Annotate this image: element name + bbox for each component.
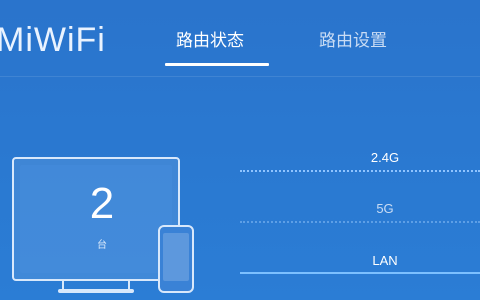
monitor-base <box>58 289 134 293</box>
connection-line-5g <box>240 221 480 223</box>
top-bar: MiWiFi 路由状态 路由设置 <box>0 0 480 78</box>
header-divider <box>0 76 480 77</box>
tab-router-settings[interactable]: 路由设置 <box>319 29 387 53</box>
connection-line-2-4g <box>240 170 480 172</box>
device-count: 2 <box>89 179 115 228</box>
phone-screen <box>163 233 189 281</box>
connection-label-2-4g[interactable]: 2.4G <box>240 150 480 166</box>
connection-label-lan[interactable]: LAN <box>240 253 480 269</box>
connection-label-5g[interactable]: 5G <box>240 201 480 217</box>
phone-icon <box>158 225 194 293</box>
tab-router-status[interactable]: 路由状态 <box>176 29 244 53</box>
connection-line-lan <box>240 272 480 274</box>
miwifi-logo: MiWiFi <box>0 21 106 59</box>
active-tab-indicator <box>165 63 269 66</box>
